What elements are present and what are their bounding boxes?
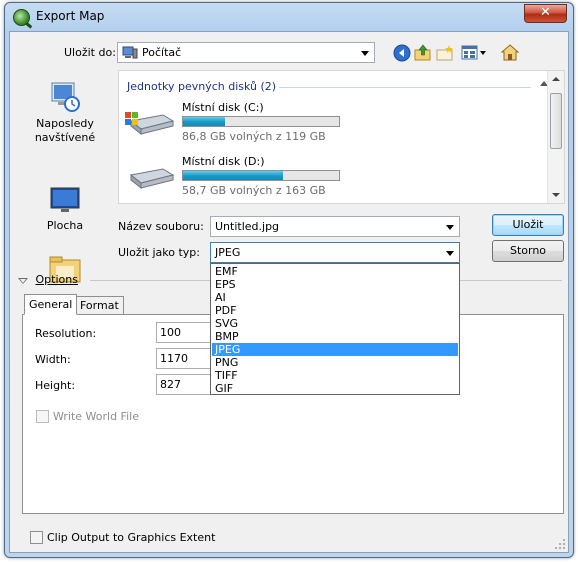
close-button[interactable]: ✕ bbox=[524, 4, 567, 23]
group-divider bbox=[279, 87, 531, 88]
chevron-down-icon bbox=[361, 51, 369, 56]
place-recent[interactable]: Naposledy navštívené bbox=[16, 80, 114, 145]
close-icon: ✕ bbox=[540, 5, 551, 20]
drives-group-header[interactable]: Jednotky pevných disků (2) bbox=[127, 80, 276, 93]
width-field[interactable]: 1170 bbox=[156, 348, 218, 369]
filetype-select[interactable]: JPEG bbox=[210, 242, 460, 263]
resize-grip-icon[interactable] bbox=[554, 538, 566, 550]
recent-places-icon bbox=[51, 82, 80, 112]
drive-d-name: Místní disk (D:) bbox=[182, 155, 265, 168]
height-field[interactable]: 827 bbox=[156, 374, 218, 395]
new-folder-icon[interactable] bbox=[436, 44, 454, 62]
drive-c-usage-fill bbox=[183, 117, 226, 126]
desktop-icon bbox=[50, 187, 80, 212]
resolution-field[interactable]: 100 bbox=[156, 322, 218, 343]
options-header[interactable]: Options bbox=[18, 273, 78, 286]
dialog-client-area: Uložit do: Počítač Naposledy navštívené … bbox=[9, 31, 569, 553]
browser-scrollbar[interactable] bbox=[547, 71, 564, 203]
drive-c[interactable]: Místní disk (C:) 86,8 GB volných z 119 G… bbox=[125, 101, 545, 145]
world-file-label: Write World File bbox=[53, 410, 139, 423]
filetype-option-bmp[interactable]: BMP bbox=[212, 330, 458, 343]
drive-c-usage-bar bbox=[182, 116, 340, 127]
drive-d[interactable]: Místní disk (D:) 58,7 GB volných z 163 G… bbox=[125, 155, 545, 199]
scroll-thumb[interactable] bbox=[550, 93, 562, 149]
filename-input[interactable]: Untitled.jpg bbox=[210, 216, 460, 237]
save-in-value: Počítač bbox=[142, 46, 182, 59]
up-folder-icon[interactable] bbox=[414, 44, 432, 62]
clip-output-checkbox[interactable] bbox=[30, 531, 43, 544]
filetype-option-pdf[interactable]: PDF bbox=[212, 304, 458, 317]
back-icon[interactable] bbox=[393, 44, 411, 62]
filename-value: Untitled.jpg bbox=[215, 220, 280, 233]
filetype-label: Uložit jako typ: bbox=[118, 246, 200, 259]
window-title: Export Map bbox=[36, 9, 105, 23]
options-label: Options bbox=[35, 273, 78, 286]
export-map-dialog: Export Map ✕ Uložit do: Počítač Naposled… bbox=[4, 2, 574, 558]
filetype-option-jpeg[interactable]: JPEG bbox=[212, 343, 458, 356]
file-browser-pane[interactable]: Jednotky pevných disků (2) Místní disk (… bbox=[118, 70, 565, 204]
drive-d-free: 58,7 GB volných z 163 GB bbox=[182, 184, 326, 197]
scroll-down-icon[interactable] bbox=[552, 193, 560, 197]
place-desktop-label: Plocha bbox=[46, 219, 84, 232]
filetype-option-gif[interactable]: GIF bbox=[212, 382, 458, 395]
resolution-label: Resolution: bbox=[35, 327, 97, 340]
clip-output-label: Clip Output to Graphics Extent bbox=[47, 531, 216, 544]
collapse-arrow-icon bbox=[18, 275, 32, 284]
cancel-button[interactable]: Storno bbox=[492, 240, 564, 262]
save-in-label: Uložit do: bbox=[64, 46, 116, 59]
tab-general[interactable]: General bbox=[24, 294, 78, 315]
filetype-option-ai[interactable]: AI bbox=[212, 291, 458, 304]
drive-c-free: 86,8 GB volných z 119 GB bbox=[182, 130, 326, 143]
filetype-option-svg[interactable]: SVG bbox=[212, 317, 458, 330]
filetype-option-png[interactable]: PNG bbox=[212, 356, 458, 369]
place-desktop[interactable]: Plocha bbox=[16, 186, 114, 232]
save-button[interactable]: Uložit bbox=[492, 214, 564, 236]
view-menu-icon[interactable] bbox=[461, 44, 487, 62]
places-bar: Naposledy navštívené Plocha bbox=[16, 70, 114, 283]
chevron-down-icon[interactable] bbox=[446, 225, 454, 230]
drive-c-name: Místní disk (C:) bbox=[182, 101, 264, 114]
tab-format[interactable]: Format bbox=[75, 296, 124, 314]
filetype-option-tiff[interactable]: TIFF bbox=[212, 369, 458, 382]
scroll-up-icon[interactable] bbox=[552, 77, 560, 81]
filetype-dropdown-list[interactable]: EMF EPS AI PDF SVG BMP JPEG PNG TIFF GIF bbox=[210, 263, 460, 395]
hard-drive-icon bbox=[129, 168, 175, 189]
width-label: Width: bbox=[35, 353, 71, 366]
home-icon[interactable] bbox=[500, 43, 520, 63]
world-file-checkbox[interactable] bbox=[36, 410, 49, 423]
filetype-option-eps[interactable]: EPS bbox=[212, 278, 458, 291]
height-label: Height: bbox=[35, 379, 76, 392]
filename-label: Název souboru: bbox=[118, 220, 204, 233]
chevron-down-icon bbox=[446, 251, 454, 256]
place-recent-label: Naposledy navštívené bbox=[34, 117, 96, 144]
drive-d-usage-bar bbox=[182, 170, 340, 181]
filetype-option-emf[interactable]: EMF bbox=[212, 265, 458, 278]
windows-drive-icon bbox=[125, 112, 175, 135]
save-in-combo[interactable]: Počítač bbox=[117, 42, 375, 63]
title-bar[interactable]: Export Map ✕ bbox=[5, 3, 573, 31]
computer-icon bbox=[122, 46, 138, 59]
app-globe-icon bbox=[13, 9, 30, 26]
drive-d-usage-fill bbox=[183, 171, 283, 180]
filetype-value: JPEG bbox=[215, 246, 241, 259]
